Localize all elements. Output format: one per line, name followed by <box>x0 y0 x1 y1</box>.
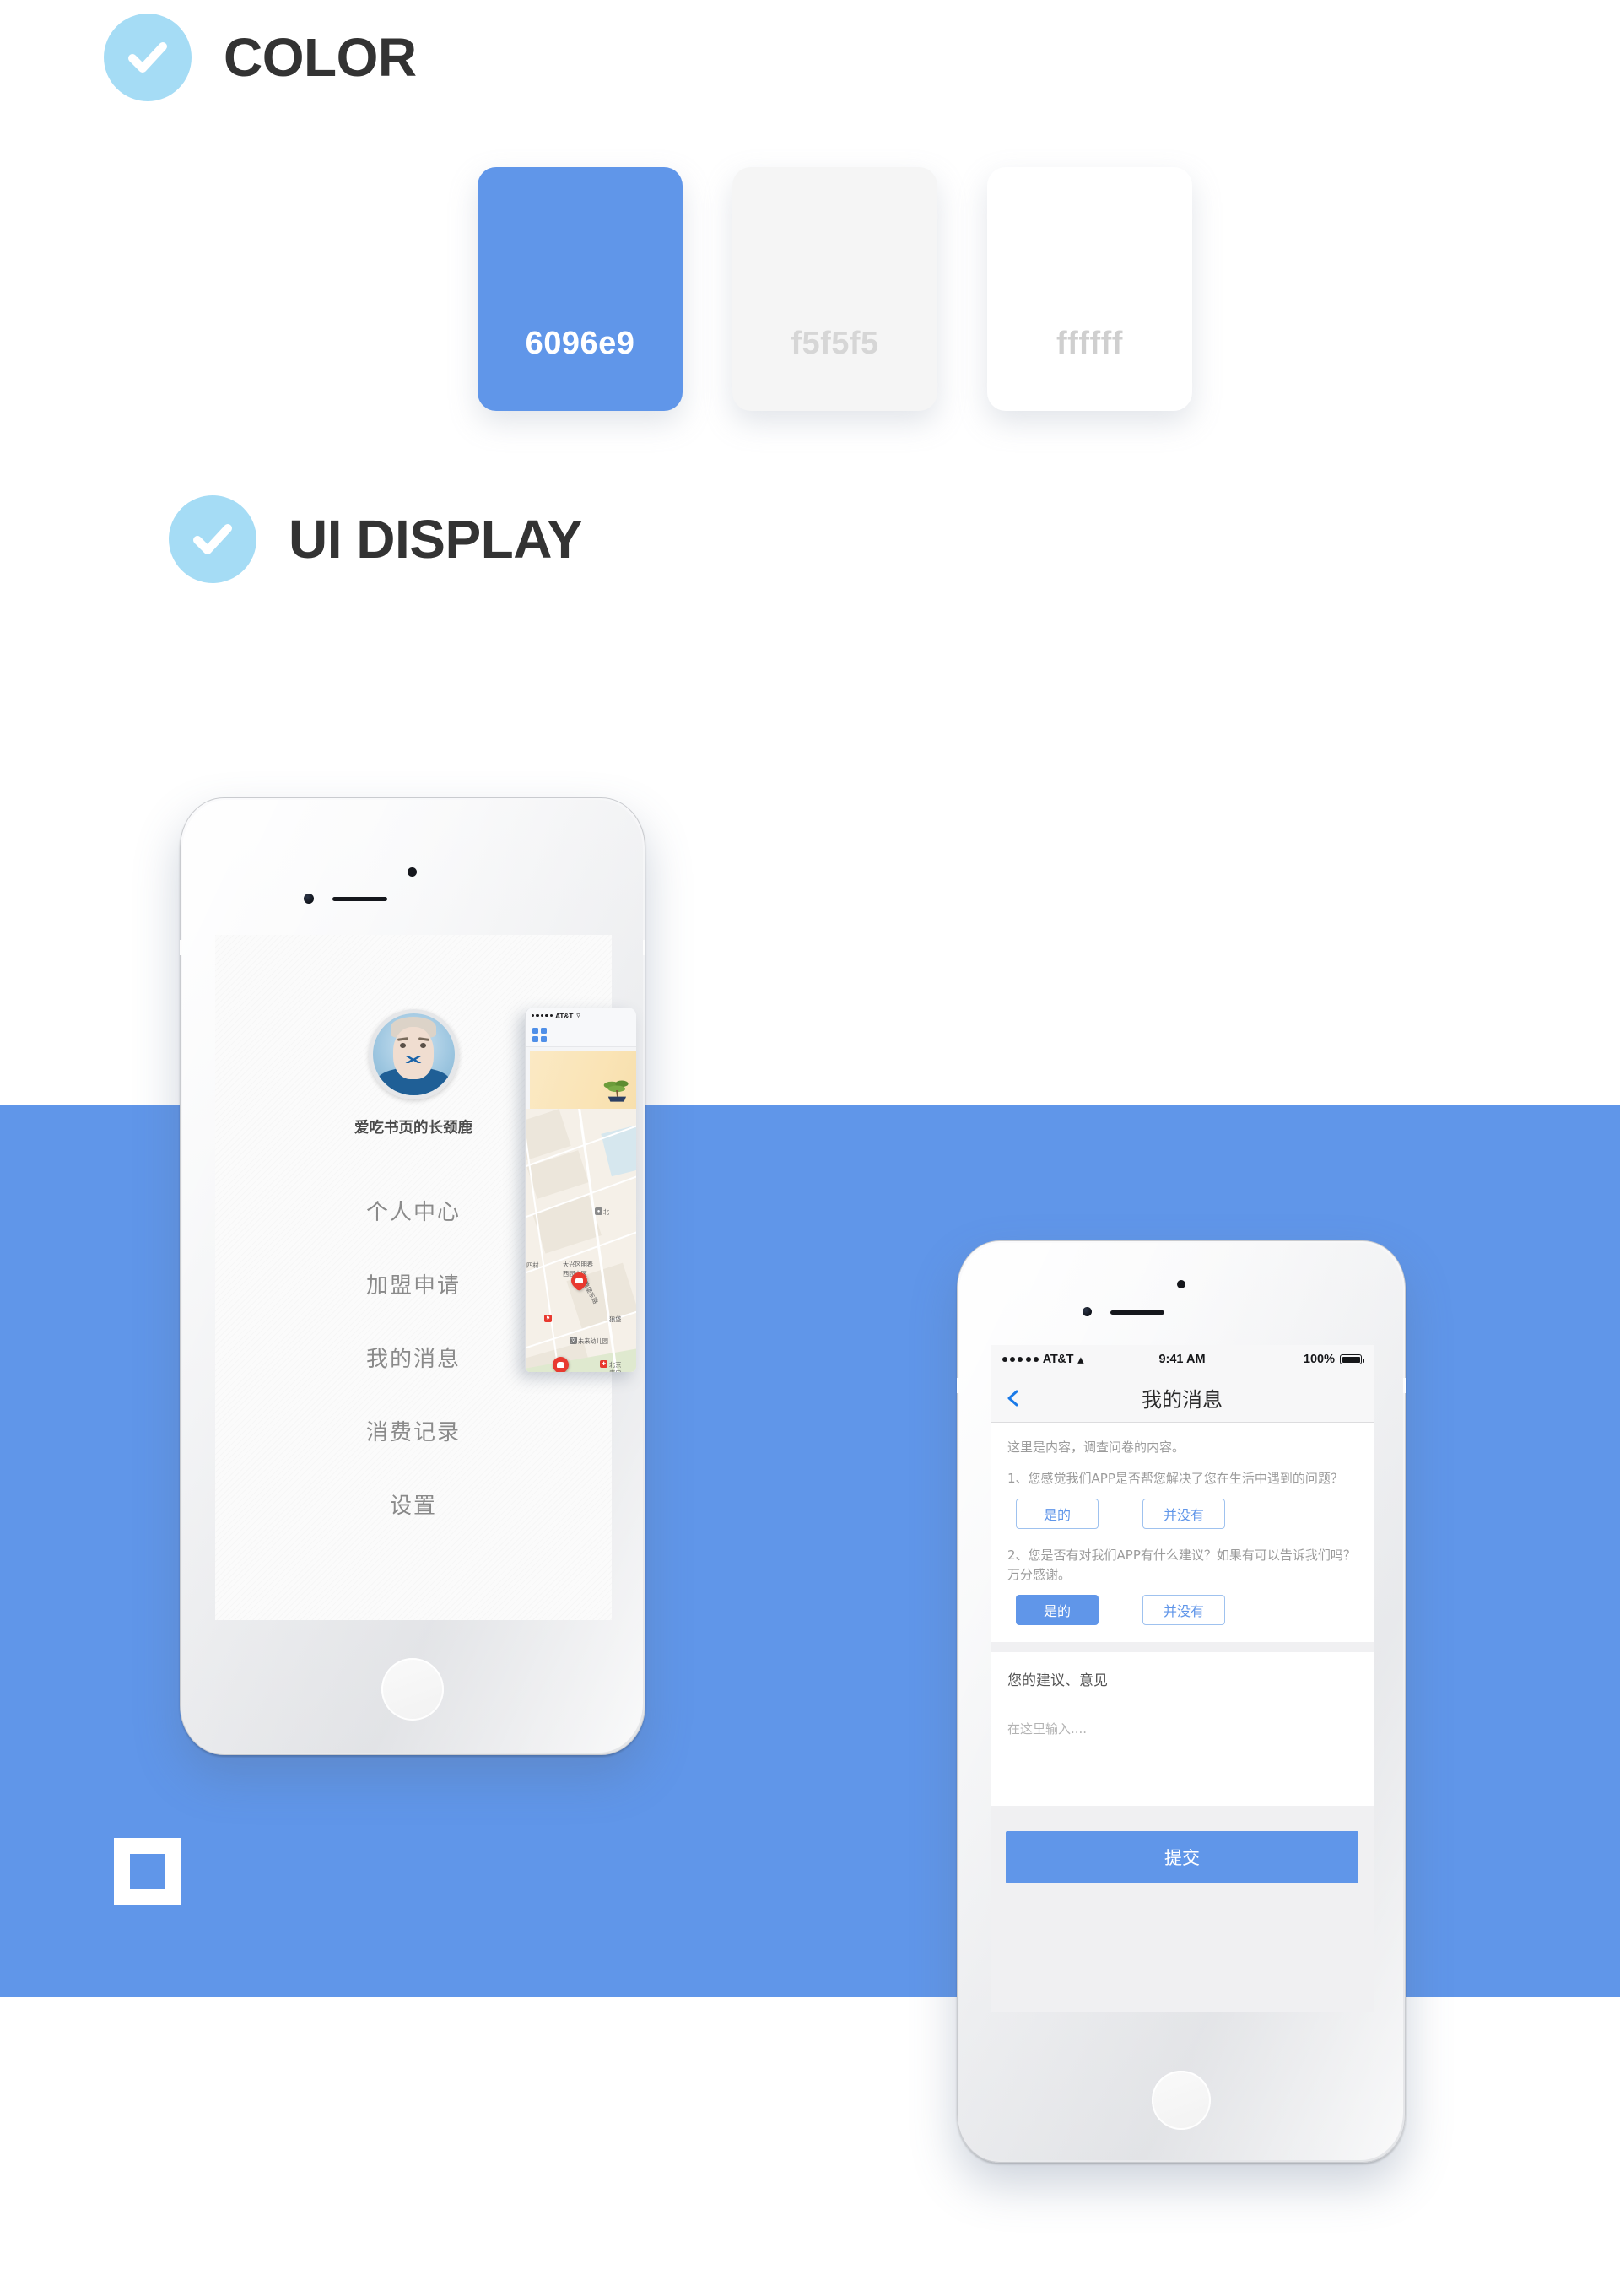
map-app-bar <box>526 1024 636 1047</box>
wifi-icon: ▴ <box>1077 1353 1084 1367</box>
question-1-options: 是的 并没有 <box>1007 1498 1357 1529</box>
earpiece-speaker <box>1110 1310 1164 1315</box>
survey-intro: 这里是内容，调查问卷的内容。 <box>1007 1440 1185 1455</box>
section-heading-color: COLOR <box>104 14 417 101</box>
phone-antenna-line <box>957 1378 959 1393</box>
question-2-text: 2、您是否有对我们APP有什么建议？如果有可以告诉我们吗？万分感谢。 <box>1007 1547 1356 1582</box>
avatar[interactable] <box>368 1009 459 1099</box>
map-poi-hospital-icon: ✚ <box>600 1360 608 1368</box>
map-label: 北京 <box>609 1361 622 1369</box>
user-name: 爱吃书页的长颈鹿 <box>354 1119 472 1136</box>
color-swatch-accent[interactable]: 6096e9 <box>478 167 683 411</box>
section-title: UI DISPLAY <box>289 509 583 570</box>
question-1-text: 1、您感觉我们APP是否帮您解决了您在生活中遇到的问题？ <box>1007 1470 1343 1486</box>
color-swatch-label: 6096e9 <box>525 326 635 361</box>
map-poi-school-icon: 文 <box>570 1337 577 1344</box>
proximity-sensor-icon <box>1083 1307 1092 1316</box>
feedback-label: 您的建议、意见 <box>991 1652 1374 1705</box>
section-heading-ui-display: UI DISPLAY <box>169 495 583 583</box>
color-swatch-white[interactable]: ffffff <box>987 167 1192 411</box>
right-phone-device: AT&T ▴ 9:41 AM 100% 我的消息 这里是内容，调查问卷的内容。 … <box>957 1240 1406 2163</box>
menu-item-settings[interactable]: 设置 <box>390 1488 437 1520</box>
signal-dots-icon <box>1002 1357 1039 1362</box>
earpiece-speaker <box>332 897 387 901</box>
feedback-input[interactable]: 在这里输入.... <box>991 1704 1374 1806</box>
map-label: 康口 <box>609 1369 621 1372</box>
map-block <box>526 1150 589 1199</box>
avatar-face <box>392 1026 435 1079</box>
question-1-option-no[interactable]: 并没有 <box>1142 1498 1225 1529</box>
color-swatch-light[interactable]: f5f5f5 <box>732 167 937 411</box>
proximity-sensor-icon <box>304 894 314 904</box>
bonsai-icon <box>603 1080 629 1102</box>
phone-antenna-line <box>180 940 182 955</box>
carrier-label: AT&T <box>1042 1353 1074 1366</box>
page-title: 我的消息 <box>1142 1388 1223 1412</box>
home-button[interactable] <box>379 1656 446 1723</box>
map-label: 北 <box>603 1208 610 1216</box>
check-circle-icon <box>104 14 192 101</box>
status-bar: AT&T ▴ 9:41 AM 100% <box>991 1345 1374 1374</box>
square-outline-marker <box>114 1838 181 1905</box>
chevron-left-icon[interactable] <box>1004 1389 1023 1407</box>
question-2-option-no[interactable]: 并没有 <box>1142 1595 1225 1626</box>
question-1-option-yes[interactable]: 是的 <box>1016 1498 1099 1529</box>
front-camera-icon <box>1177 1280 1185 1288</box>
map-label: 大兴区明春 <box>563 1261 593 1268</box>
page-root: COLOR 6096e9 f5f5f5 ffffff UI DISPLAY 爱吃… <box>0 0 1620 2296</box>
navigation-bar: 我的消息 <box>991 1374 1374 1423</box>
map-label: 狼垡 <box>609 1315 622 1323</box>
color-swatch-label: ffffff <box>1056 326 1123 361</box>
section-title: COLOR <box>224 27 417 88</box>
phone-antenna-line <box>1403 1378 1406 1393</box>
promo-banner[interactable] <box>530 1051 636 1109</box>
submit-button[interactable]: 提交 <box>1006 1831 1358 1884</box>
question-2-options: 是的 并没有 <box>1007 1595 1357 1626</box>
avatar-eye <box>400 1042 407 1048</box>
check-circle-icon <box>169 495 256 583</box>
map-poi-bus-icon: ● <box>595 1207 602 1215</box>
question-2-option-yes[interactable]: 是的 <box>1016 1595 1099 1626</box>
submit-area: 提交 <box>991 1806 1374 1884</box>
map-label: 未来幼儿园 <box>578 1337 608 1345</box>
color-swatch-label: f5f5f5 <box>791 326 879 361</box>
survey-card: 这里是内容，调查问卷的内容。 1、您感觉我们APP是否帮您解决了您在生活中遇到的… <box>991 1423 1374 1643</box>
signal-dots-icon <box>532 1013 553 1018</box>
menu-item-personal-center[interactable]: 个人中心 <box>366 1195 461 1226</box>
map-status-bar: AT&T ▿ <box>526 1008 636 1024</box>
map-poi-flag-icon: ⚑ <box>544 1315 552 1322</box>
right-phone-screen[interactable]: AT&T ▴ 9:41 AM 100% 我的消息 这里是内容，调查问卷的内容。 … <box>991 1345 1374 2012</box>
battery-full-icon <box>1340 1354 1364 1364</box>
phone-antenna-line <box>643 940 645 955</box>
battery-percent: 100% <box>1303 1353 1335 1366</box>
avatar-eye <box>419 1042 426 1048</box>
color-swatch-list: 6096e9 f5f5f5 ffffff <box>478 167 1192 411</box>
grid-menu-icon[interactable] <box>532 1028 547 1042</box>
menu-item-my-messages[interactable]: 我的消息 <box>366 1342 461 1373</box>
inset-map-phone[interactable]: AT&T ▿ 北 大兴区明春 四村 狼垡东路 狼垡 未来幼儿园 北京 ● 文 ✚… <box>525 1008 636 1372</box>
map-canvas[interactable]: 北 大兴区明春 西园小区 四村 狼垡东路 狼垡 未来幼儿园 北京 康口 大兴 幼… <box>526 1109 636 1372</box>
wifi-icon: ▿ <box>576 1011 580 1019</box>
home-button[interactable] <box>1149 2068 1213 2132</box>
feedback-card: 您的建议、意见 在这里输入.... <box>991 1652 1374 1807</box>
status-clock: 9:41 AM <box>1158 1353 1206 1366</box>
map-label: 四村 <box>526 1261 539 1269</box>
menu-item-join-application[interactable]: 加盟申请 <box>366 1268 461 1299</box>
carrier-label: AT&T <box>554 1011 574 1020</box>
menu-item-consumption-records[interactable]: 消费记录 <box>366 1415 461 1446</box>
front-camera-icon <box>408 867 417 877</box>
